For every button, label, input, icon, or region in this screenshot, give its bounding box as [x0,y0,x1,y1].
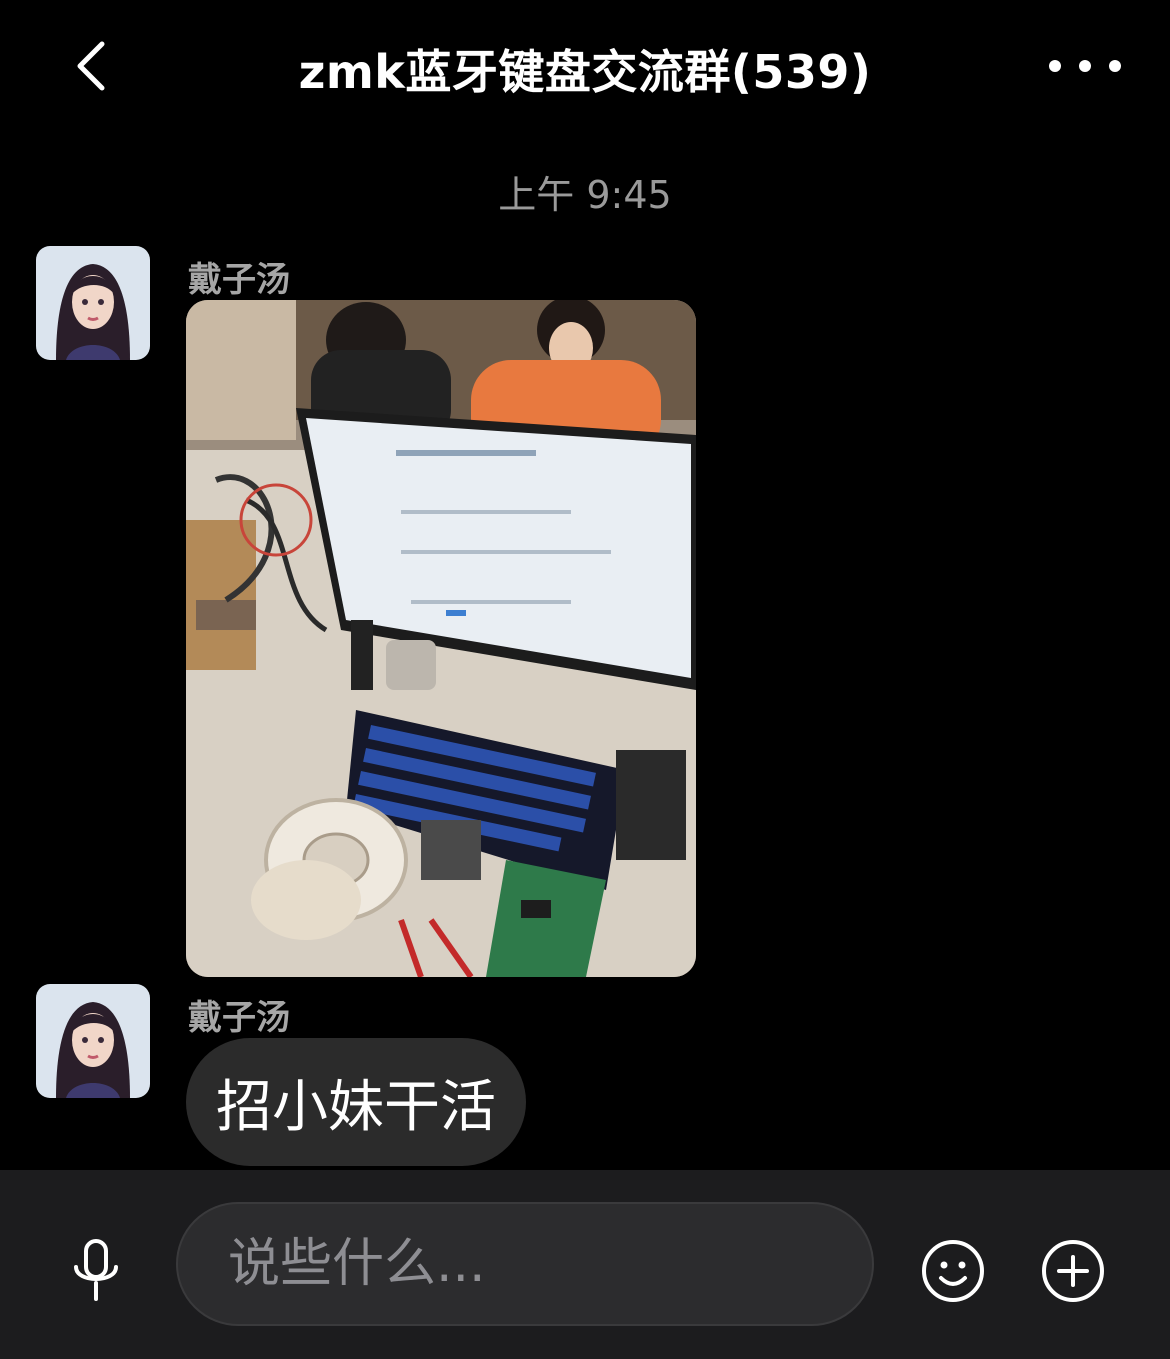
plus-icon [1042,1240,1104,1302]
chat-header: zmk蓝牙键盘交流群(539) [0,0,1170,140]
message-input-container [176,1202,874,1326]
sender-name: 戴子汤 [188,260,290,300]
add-attachment-button[interactable] [1040,1238,1106,1304]
avatar-portrait-icon [36,246,150,360]
microphone-icon [74,1239,118,1301]
message-image[interactable] [186,300,696,977]
chat-title[interactable]: zmk蓝牙键盘交流群(539) [0,36,1170,102]
emoji-icon [922,1240,984,1302]
sender-avatar[interactable] [36,246,150,360]
more-options-button[interactable] [1040,40,1130,92]
message-text: 招小妹干活 [216,1074,496,1140]
message-bubble[interactable]: 招小妹干活 [186,1038,526,1166]
message-input[interactable] [178,1204,872,1324]
ellipsis-icon [1049,60,1121,72]
emoji-button[interactable] [920,1238,986,1304]
sender-name: 戴子汤 [188,998,290,1038]
message-timestamp: 上午 9:45 [498,173,672,217]
avatar-portrait-icon [36,984,150,1098]
sender-avatar[interactable] [36,984,150,1098]
voice-input-button[interactable] [58,1236,134,1306]
workbench-photo [186,300,696,977]
